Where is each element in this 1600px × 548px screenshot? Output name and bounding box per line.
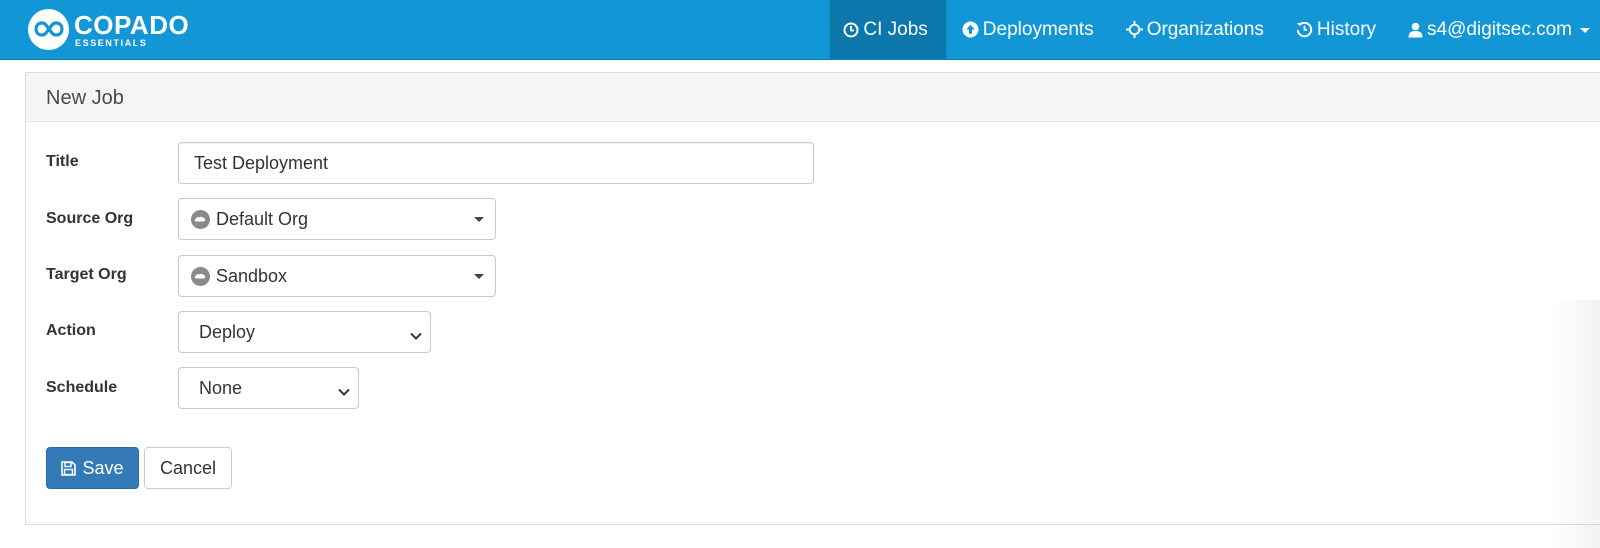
copado-logo[interactable]: COPADO ESSENTIALS <box>28 7 189 51</box>
target-org-select[interactable]: Sandbox <box>178 255 496 297</box>
title-label: Title <box>46 153 79 170</box>
action-select[interactable]: Deploy <box>178 311 431 353</box>
source-org-select[interactable]: Default Org <box>178 198 496 240</box>
nav-deployments-label: Deployments <box>982 18 1094 40</box>
caret-down-icon <box>474 274 484 279</box>
title-input[interactable]: Test Deployment <box>178 142 814 184</box>
user-menu[interactable]: s4@digitsec.com <box>1392 0 1600 59</box>
brand-name: COPADO <box>74 10 190 40</box>
brand-subtitle: ESSENTIALS <box>75 38 148 48</box>
clock-icon <box>843 22 859 38</box>
top-navbar: COPADO ESSENTIALS CI Jobs Deployments Or… <box>0 0 1600 60</box>
crosshair-icon <box>1125 21 1143 38</box>
salesforce-cloud-icon <box>191 266 210 286</box>
caret-down-icon <box>474 217 484 222</box>
save-button-label: Save <box>82 457 124 478</box>
chevron-down-icon <box>1580 28 1590 33</box>
cancel-button[interactable]: Cancel <box>144 447 232 489</box>
chevron-down-icon <box>409 326 423 347</box>
schedule-value: None <box>199 377 243 398</box>
nav-deployments[interactable]: Deployments <box>946 0 1110 59</box>
cancel-button-label: Cancel <box>159 457 217 478</box>
title-input-value: Test Deployment <box>194 152 329 173</box>
floppy-disk-icon <box>61 460 77 476</box>
history-icon <box>1296 21 1313 38</box>
target-org-value: Sandbox <box>216 265 288 286</box>
new-job-panel: New Job Title Test Deployment Source Org… <box>25 72 1600 525</box>
nav-history-label: History <box>1316 18 1377 40</box>
chevron-down-icon <box>337 382 351 403</box>
infinity-icon <box>28 8 69 50</box>
main-nav: CI Jobs Deployments Organizations Histor… <box>830 0 1600 59</box>
source-org-value: Default Org <box>216 208 309 229</box>
user-icon <box>1408 22 1423 38</box>
nav-organizations-label: Organizations <box>1146 18 1264 40</box>
panel-title: New Job <box>26 73 1600 122</box>
action-value: Deploy <box>199 321 256 342</box>
schedule-label: Schedule <box>46 379 118 396</box>
action-label: Action <box>46 322 96 339</box>
save-button[interactable]: Save <box>46 447 139 489</box>
nav-organizations[interactable]: Organizations <box>1110 0 1280 59</box>
source-org-label: Source Org <box>46 210 134 227</box>
salesforce-cloud-icon <box>191 209 210 229</box>
upload-circle-icon <box>962 21 979 38</box>
nav-ci-jobs-label: CI Jobs <box>863 18 928 40</box>
nav-ci-jobs[interactable]: CI Jobs <box>830 0 946 59</box>
schedule-select[interactable]: None <box>178 367 359 409</box>
user-email: s4@digitsec.com <box>1427 18 1572 40</box>
target-org-label: Target Org <box>46 266 127 283</box>
nav-history[interactable]: History <box>1280 0 1392 59</box>
